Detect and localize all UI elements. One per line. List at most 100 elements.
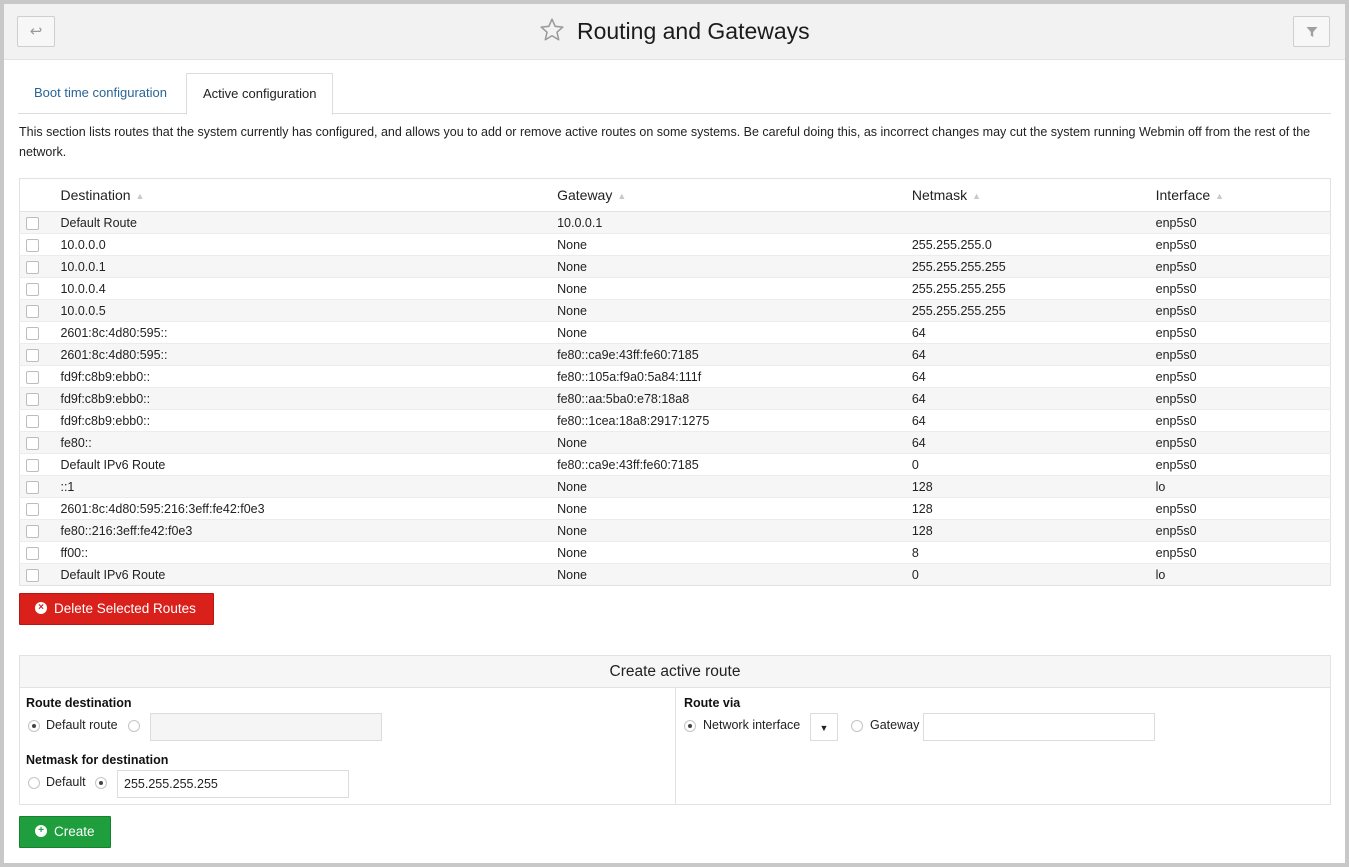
interface-cell: lo [1155,563,1331,586]
interface-cell: enp5s0 [1155,277,1331,300]
netmask-cell: 64 [911,387,1156,410]
row-checkbox[interactable] [26,502,39,516]
row-checkbox[interactable] [26,414,39,428]
tab-active-configuration[interactable]: Active configuration [186,73,334,115]
star-icon[interactable] [539,17,565,46]
sort-icon: ▲ [1215,191,1225,202]
row-checkbox[interactable] [26,238,39,252]
destination-cell: 2601:8c:4d80:595:: [60,343,558,366]
row-checkbox[interactable] [26,546,39,560]
netmask-cell [911,211,1156,234]
row-checkbox[interactable] [26,568,39,582]
row-select-cell [19,541,61,564]
interface-select[interactable]: ▼ [810,713,838,741]
interface-cell: enp5s0 [1155,409,1331,432]
table-row[interactable]: 2601:8c:4d80:595:: fe80::ca9e:43ff:fe60:7… [19,343,1331,366]
page-title: Routing and Gateways [576,18,810,44]
tab-bar: Boot time configuration Active configura… [18,73,1331,115]
table-row[interactable]: fd9f:c8b9:ebb0:: fe80::aa:5ba0:e78:18a8 64… [19,387,1331,410]
table-row[interactable]: 10.0.0.4 None 255.255.255.255 enp5s0 [19,277,1331,300]
row-select-cell [19,277,61,300]
chevron-down-icon: ▼ [819,723,829,733]
interface-cell: enp5s0 [1155,453,1331,476]
column-header-netmask[interactable]: Netmask ▲ [911,178,1156,212]
network-interface-radio[interactable] [684,720,696,732]
row-checkbox[interactable] [26,260,39,274]
row-checkbox[interactable] [26,458,39,472]
table-row[interactable]: Default Route 10.0.0.1 enp5s0 [19,211,1331,234]
default-route-radio[interactable] [28,720,40,732]
gateway-input[interactable] [923,713,1155,741]
netmask-cell: 8 [911,541,1156,564]
row-select-cell [19,453,61,476]
gateway-cell: None [557,431,912,454]
table-row[interactable]: 2601:8c:4d80:595:: None 64 enp5s0 [19,321,1331,344]
interface-cell: enp5s0 [1155,431,1331,454]
netmask-cell: 255.255.255.255 [911,255,1156,278]
gateway-radio[interactable] [851,720,863,732]
gateway-cell: None [557,519,912,542]
table-row[interactable]: 10.0.0.0 None 255.255.255.0 enp5s0 [19,233,1331,256]
row-checkbox[interactable] [26,524,39,538]
table-row[interactable]: 2601:8c:4d80:595:216:3eff:fe42:f0e3 None 1… [19,497,1331,520]
gateway-cell: fe80::ca9e:43ff:fe60:7185 [557,453,912,476]
destination-cell: ff00:: [60,541,558,564]
row-checkbox[interactable] [26,216,39,230]
row-checkbox[interactable] [26,392,39,406]
row-checkbox[interactable] [26,304,39,318]
table-row[interactable]: ff00:: None 8 enp5s0 [19,541,1331,564]
row-select-cell [19,211,61,234]
table-row[interactable]: Default IPv6 Route None 0 lo [19,563,1331,586]
plus-circle-icon: + [35,825,47,838]
interface-cell: enp5s0 [1155,255,1331,278]
destination-cell: 2601:8c:4d80:595:: [60,321,558,344]
row-checkbox[interactable] [26,436,39,450]
table-row[interactable]: fd9f:c8b9:ebb0:: fe80::105a:f9a0:5a84:111… [19,365,1331,388]
table-row[interactable]: 10.0.0.1 None 255.255.255.255 enp5s0 [19,255,1331,278]
custom-destination-radio[interactable] [128,720,140,732]
row-select-cell [19,233,61,256]
column-header-gateway[interactable]: Gateway ▲ [557,178,912,212]
gateway-cell: None [557,475,912,498]
table-header-row: Destination ▲ Gateway ▲ Netmask ▲ Interface… [19,178,1331,212]
netmask-custom-radio[interactable] [95,777,107,789]
route-destination-section: Route destination Default route Netmask … [20,688,676,804]
netmask-cell: 255.255.255.255 [911,277,1156,300]
table-row[interactable]: fe80:: None 64 enp5s0 [19,431,1331,454]
page-header: ↩ Routing and Gateways [4,4,1345,60]
route-via-section: Route via Network interface ▼ Gateway [676,688,1330,804]
gateway-cell: None [557,299,912,322]
netmask-cell: 128 [911,497,1156,520]
row-select-cell [19,497,61,520]
tab-boot-time-configuration[interactable]: Boot time configuration [18,73,183,114]
interface-cell: enp5s0 [1155,343,1331,366]
table-row[interactable]: fe80::216:3eff:fe42:f0e3 None 128 enp5s0 [19,519,1331,542]
table-row[interactable]: fd9f:c8b9:ebb0:: fe80::1cea:18a8:2917:127… [19,409,1331,432]
netmask-default-radio[interactable] [28,777,40,789]
gateway-cell: fe80::105a:f9a0:5a84:111f [557,365,912,388]
column-header-destination[interactable]: Destination ▲ [60,178,558,212]
column-header-interface[interactable]: Interface ▲ [1155,178,1331,212]
row-checkbox[interactable] [26,282,39,296]
row-select-cell [19,343,61,366]
row-checkbox[interactable] [26,326,39,340]
netmask-input[interactable]: 255.255.255.255 [117,770,349,798]
row-checkbox[interactable] [26,348,39,362]
destination-input[interactable] [150,713,382,741]
row-select-cell [19,321,61,344]
sort-icon: ▲ [617,191,627,202]
destination-cell: 10.0.0.0 [60,233,558,256]
row-checkbox[interactable] [26,480,39,494]
filter-button[interactable] [1293,16,1330,47]
table-row[interactable]: ::1 None 128 lo [19,475,1331,498]
interface-cell: enp5s0 [1155,321,1331,344]
create-button[interactable]: + Create [19,816,111,848]
gateway-cell: fe80::aa:5ba0:e78:18a8 [557,387,912,410]
gateway-cell: None [557,277,912,300]
row-checkbox[interactable] [26,370,39,384]
gateway-cell: 10.0.0.1 [557,211,912,234]
delete-selected-routes-button[interactable]: × Delete Selected Routes [19,593,214,625]
row-select-cell [19,431,61,454]
table-row[interactable]: 10.0.0.5 None 255.255.255.255 enp5s0 [19,299,1331,322]
table-row[interactable]: Default IPv6 Route fe80::ca9e:43ff:fe60:7… [19,453,1331,476]
